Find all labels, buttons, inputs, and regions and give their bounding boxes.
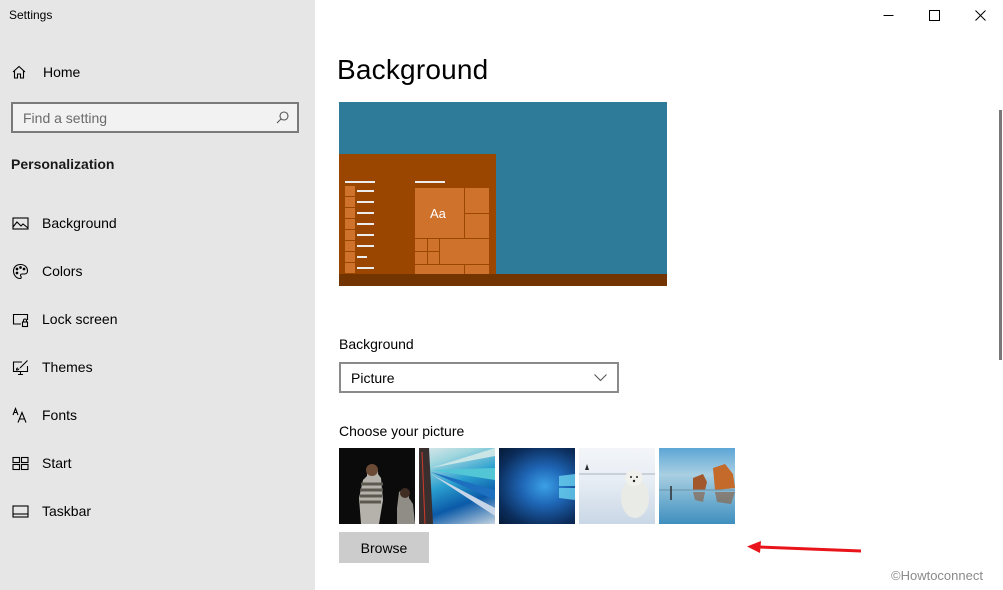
search-box[interactable] [11,102,299,133]
themes-icon [11,358,29,376]
page-title: Background [337,54,489,85]
preview-tile [465,214,489,238]
sidebar-item-label: Lock screen [42,311,118,327]
sidebar-item-label: Start [42,455,72,471]
palette-icon [11,262,29,280]
preview-line [415,181,445,183]
picture-thumbnail-polar-bear[interactable] [579,448,655,524]
preview-app-square [345,241,355,251]
chevron-down-icon [594,373,607,381]
home-label: Home [43,64,81,80]
preview-tile [415,265,464,274]
sidebar-item-label: Themes [42,359,93,375]
preview-line [357,201,374,203]
sidebar: Settings Home Personalization Background… [0,0,315,590]
sidebar-item-start[interactable]: Start [0,439,315,487]
background-type-select[interactable]: Picture [339,362,619,393]
preview-line [357,212,374,214]
background-preview: Aa [339,102,667,286]
section-title: Personalization [11,156,115,172]
preview-start-menu: Aa [339,154,496,274]
search-input[interactable] [23,109,276,126]
sidebar-item-label: Colors [42,263,83,279]
preview-app-square [345,263,355,273]
sidebar-item-label: Taskbar [42,503,92,519]
sidebar-item-label: Fonts [42,407,78,423]
picture-thumbnail-people[interactable] [339,448,415,524]
main-content: Background Aa Background Picture Choose … [315,0,1003,590]
lock-screen-icon [11,310,29,328]
preview-tile [465,265,489,274]
preview-sample-text: Aa [430,206,446,221]
sidebar-nav: Background Colors Lock screen Themes Fon… [0,199,315,535]
background-label: Background [339,336,414,352]
preview-app-square [345,230,355,240]
sidebar-item-background[interactable]: Background [0,199,315,247]
sidebar-item-label: Background [42,215,117,231]
picture-thumbnail-windows-blue[interactable] [499,448,575,524]
preview-app-square [345,197,355,207]
taskbar-icon [11,502,29,520]
preview-tile [415,252,427,264]
background-type-value: Picture [351,369,395,386]
preview-app-square [345,219,355,229]
home-icon [12,65,26,79]
sidebar-item-colors[interactable]: Colors [0,247,315,295]
picture-thumbnail-rock-arches[interactable] [659,448,735,524]
sidebar-item-taskbar[interactable]: Taskbar [0,487,315,535]
choose-picture-label: Choose your picture [339,423,465,439]
start-icon [11,454,29,472]
preview-tile [428,239,439,251]
preview-line [345,181,375,183]
vertical-scrollbar[interactable] [999,110,1002,360]
annotation-arrow [747,541,862,553]
preview-tile [415,239,427,251]
sidebar-item-lock-screen[interactable]: Lock screen [0,295,315,343]
preview-line [357,223,374,225]
sidebar-item-themes[interactable]: Themes [0,343,315,391]
preview-app-square [345,186,355,196]
picture-thumbnail-light-streaks[interactable] [419,448,495,524]
preview-line [357,234,374,236]
sidebar-item-fonts[interactable]: Fonts [0,391,315,439]
preview-line [357,267,374,269]
preview-line [357,190,374,192]
search-icon[interactable] [276,111,289,124]
app-title: Settings [9,8,53,22]
preview-app-square [345,208,355,218]
browse-button[interactable]: Browse [339,532,429,563]
home-link[interactable]: Home [11,61,80,83]
preview-line [357,245,374,247]
watermark: ©Howtoconnect [891,568,983,583]
preview-tile-wide [440,239,489,264]
picture-icon [11,214,29,232]
picture-thumbnails [339,448,735,524]
preview-tile [428,252,439,264]
preview-line [357,256,367,258]
preview-app-square [345,252,355,262]
preview-taskbar [339,274,667,286]
fonts-icon [11,406,29,424]
preview-tile [465,188,489,213]
